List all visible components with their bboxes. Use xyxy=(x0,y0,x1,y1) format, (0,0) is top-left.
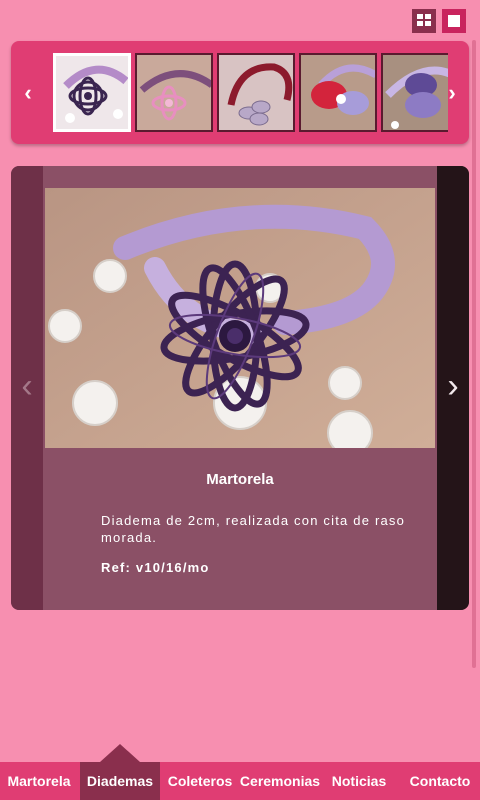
thumbnail-4[interactable] xyxy=(299,53,377,132)
thumbnail-list xyxy=(53,53,448,132)
nav-item-contacto[interactable]: Contacto xyxy=(404,762,476,800)
chevron-right-icon[interactable]: › xyxy=(437,41,467,144)
chevron-left-icon[interactable]: ‹ xyxy=(13,41,43,144)
product-title: Martorela xyxy=(206,471,274,488)
thumbnail-strip: ‹ › xyxy=(11,41,469,144)
nav-item-martorela[interactable]: Martorela xyxy=(0,762,78,800)
panel-header-band xyxy=(43,166,437,188)
product-photo xyxy=(45,188,435,448)
thumbnail-1[interactable] xyxy=(53,53,131,132)
product-panel: ‹ › Martorela Diadema de 2cm, realizada … xyxy=(11,166,469,610)
bottom-nav: Martorela Diademas Coleteros Ceremonias … xyxy=(0,744,480,800)
thumbnail-2[interactable] xyxy=(135,53,213,132)
grid-view-icon[interactable] xyxy=(412,9,436,33)
product-reference: Ref: v10/16/mo xyxy=(101,560,210,575)
thumbnail-3[interactable] xyxy=(217,53,295,132)
view-toggles xyxy=(412,9,466,33)
next-arrow-icon[interactable]: › xyxy=(437,366,469,406)
nav-item-noticias[interactable]: Noticias xyxy=(324,762,394,800)
page-scrollbar[interactable] xyxy=(472,40,476,668)
product-description: Diadema de 2cm, realizada con cita de ra… xyxy=(101,513,406,545)
previous-arrow-icon[interactable]: ‹ xyxy=(11,366,43,406)
nav-item-ceremonias[interactable]: Ceremonias xyxy=(238,762,322,800)
single-view-icon[interactable] xyxy=(442,9,466,33)
nav-item-diademas[interactable]: Diademas xyxy=(80,762,160,800)
active-tab-pointer xyxy=(100,744,140,762)
nav-item-coleteros[interactable]: Coleteros xyxy=(164,762,236,800)
